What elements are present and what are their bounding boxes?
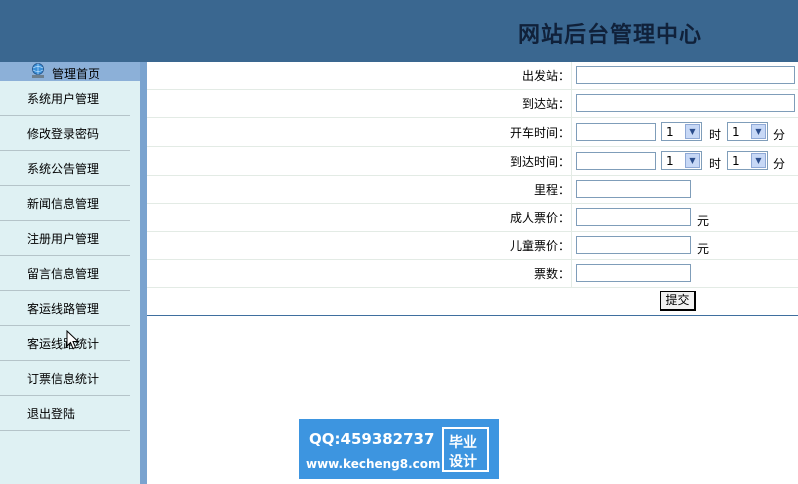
- watermark-banner: QQ:459382737 www.kecheng8.com 毕业 设计: [299, 419, 499, 479]
- sidebar-item-label: 新闻信息管理: [27, 197, 100, 211]
- form-row-tickets: 票数：: [147, 260, 798, 288]
- sidebar-item-news[interactable]: 新闻信息管理: [0, 186, 130, 221]
- sidebar-item-label: 系统用户管理: [27, 92, 100, 106]
- departure-input[interactable]: [576, 66, 795, 84]
- form-row-departure: 出发站：: [147, 62, 798, 90]
- arrive-date-input[interactable]: [576, 152, 656, 170]
- sidebar-divider: [140, 62, 147, 484]
- column-divider: [571, 176, 572, 203]
- departure-label: 出发站：: [521, 69, 570, 83]
- depart-time-label: 开车时间：: [509, 126, 570, 140]
- globe-computer-icon: [32, 63, 44, 78]
- form-row-child-price: 儿童票价： 元: [147, 232, 798, 260]
- column-divider: [571, 147, 572, 175]
- minute-unit: 分: [773, 157, 786, 171]
- sidebar-item-label: 注册用户管理: [27, 232, 100, 246]
- sidebar-item-announcements[interactable]: 系统公告管理: [0, 151, 130, 186]
- hour-unit: 时: [709, 128, 722, 142]
- route-form: 出发站： 到达站： 开车时间： 1 ▼ 时 1 ▼ 分 到达时间： 1 ▼ 时: [147, 62, 798, 316]
- watermark-badge-line2: 设计: [449, 454, 477, 470]
- form-row-arrival: 到达站：: [147, 90, 798, 118]
- sidebar-item-route-statistics[interactable]: 客运线路统计: [0, 326, 130, 361]
- sidebar-item-label: 修改登录密码: [27, 127, 100, 141]
- column-divider: [571, 118, 572, 146]
- column-divider: [571, 62, 572, 89]
- sidebar-item-booking-statistics[interactable]: 订票信息统计: [0, 361, 130, 396]
- sidebar-home-label: 管理首页: [52, 67, 101, 81]
- sidebar-item-label: 客运线路统计: [27, 337, 100, 351]
- mileage-label: 里程：: [533, 183, 570, 197]
- header-bar: 网站后台管理中心: [0, 0, 798, 62]
- column-divider: [571, 260, 572, 287]
- chevron-down-icon: ▼: [751, 124, 766, 139]
- tickets-input[interactable]: [576, 264, 691, 282]
- column-divider: [571, 204, 572, 231]
- sidebar-item-label: 退出登陆: [27, 407, 76, 421]
- sidebar-item-logout[interactable]: 退出登陆: [0, 396, 130, 431]
- submit-button[interactable]: 提交: [660, 291, 696, 311]
- depart-hour-select[interactable]: 1 ▼: [661, 122, 702, 141]
- arrive-minute-select[interactable]: 1 ▼: [727, 151, 768, 170]
- site-title: 网站后台管理中心: [518, 23, 703, 48]
- chevron-down-icon: ▼: [685, 124, 700, 139]
- sidebar-item-system-users[interactable]: 系统用户管理: [0, 81, 130, 116]
- column-divider: [571, 232, 572, 259]
- column-divider: [571, 90, 572, 117]
- sidebar-item-label: 系统公告管理: [27, 162, 100, 176]
- depart-minute-select[interactable]: 1 ▼: [727, 122, 768, 141]
- depart-hour-value: 1: [666, 125, 674, 139]
- tickets-label: 票数：: [533, 267, 570, 281]
- arrival-label: 到达站：: [521, 97, 570, 111]
- chevron-down-icon: ▼: [751, 153, 766, 168]
- price-unit: 元: [697, 214, 710, 228]
- depart-date-input[interactable]: [576, 123, 656, 141]
- sidebar-item-change-password[interactable]: 修改登录密码: [0, 116, 130, 151]
- mileage-input[interactable]: [576, 180, 691, 198]
- form-row-arrive-time: 到达时间： 1 ▼ 时 1 ▼ 分: [147, 147, 798, 176]
- watermark-badge-line1: 毕业: [449, 435, 477, 451]
- arrive-minute-value: 1: [732, 154, 740, 168]
- sidebar-item-label: 留言信息管理: [27, 267, 100, 281]
- hour-unit: 时: [709, 157, 722, 171]
- sidebar-item-registered-users[interactable]: 注册用户管理: [0, 221, 130, 256]
- form-row-adult-price: 成人票价： 元: [147, 204, 798, 232]
- watermark-qq: QQ:459382737: [309, 430, 435, 448]
- form-row-depart-time: 开车时间： 1 ▼ 时 1 ▼ 分: [147, 118, 798, 147]
- adult-price-label: 成人票价：: [509, 211, 570, 225]
- arrive-hour-value: 1: [666, 154, 674, 168]
- child-price-label: 儿童票价：: [509, 239, 570, 253]
- sidebar-item-messages[interactable]: 留言信息管理: [0, 256, 130, 291]
- arrival-input[interactable]: [576, 94, 795, 112]
- sidebar-item-label: 订票信息统计: [27, 372, 100, 386]
- form-row-mileage: 里程：: [147, 176, 798, 204]
- arrive-time-label: 到达时间：: [509, 155, 570, 169]
- sidebar-item-route-management[interactable]: 客运线路管理: [0, 291, 130, 326]
- mouse-cursor-icon: [66, 330, 80, 350]
- minute-unit: 分: [773, 128, 786, 142]
- depart-minute-value: 1: [732, 125, 740, 139]
- adult-price-input[interactable]: [576, 208, 691, 226]
- chevron-down-icon: ▼: [685, 153, 700, 168]
- sidebar-item-label: 客运线路管理: [27, 302, 100, 316]
- sidebar-home-link[interactable]: 管理首页: [0, 62, 140, 81]
- watermark-url: www.kecheng8.com: [306, 457, 441, 471]
- arrive-hour-select[interactable]: 1 ▼: [661, 151, 702, 170]
- price-unit: 元: [697, 242, 710, 256]
- watermark-badge: 毕业 设计: [442, 427, 489, 472]
- child-price-input[interactable]: [576, 236, 691, 254]
